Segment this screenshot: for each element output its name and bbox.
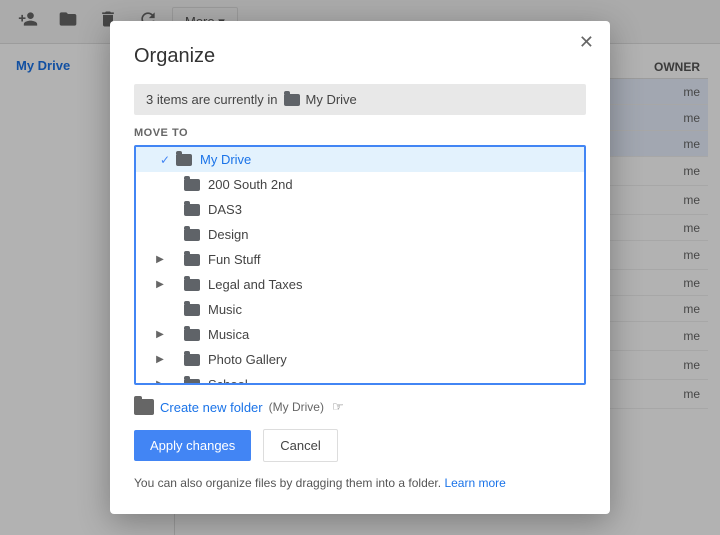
tree-item-label: Musica	[208, 327, 576, 342]
expand-icon: ▶	[152, 279, 168, 290]
location-folder-icon	[284, 94, 300, 106]
drag-hint: You can also organize files by dragging …	[134, 476, 586, 490]
tree-item-musica[interactable]: ▶ Musica	[136, 322, 584, 347]
create-folder-context: (My Drive)	[269, 400, 324, 414]
organize-modal: ✕ Organize 3 items are currently in My D…	[110, 21, 610, 514]
tree-item-photo-gallery[interactable]: ▶ Photo Gallery	[136, 347, 584, 372]
apply-changes-button[interactable]: Apply changes	[134, 430, 251, 461]
move-to-label: MOVE TO	[134, 127, 586, 139]
tree-item-200-south[interactable]: 200 South 2nd	[136, 172, 584, 197]
tree-folder-icon	[184, 179, 200, 191]
tree-folder-icon	[184, 304, 200, 316]
tree-folder-icon	[184, 254, 200, 266]
modal-overlay: ✕ Organize 3 items are currently in My D…	[0, 0, 720, 535]
cursor-indicator: ☞	[332, 399, 344, 415]
check-icon: ✓	[160, 153, 174, 167]
expand-icon: ▶	[152, 379, 168, 385]
tree-item-my-drive[interactable]: ✓ My Drive	[136, 147, 584, 172]
tree-folder-icon	[184, 279, 200, 291]
modal-close-button[interactable]: ✕	[579, 33, 594, 51]
tree-item-school[interactable]: ▶ School	[136, 372, 584, 385]
modal-title: Organize	[134, 45, 586, 68]
learn-more-link[interactable]: Learn more	[444, 476, 505, 490]
create-new-folder-link[interactable]: Create new folder	[160, 400, 263, 415]
modal-actions: Apply changes Cancel	[134, 429, 586, 462]
tree-item-label: Music	[208, 302, 576, 317]
tree-item-label: My Drive	[200, 152, 576, 167]
tree-folder-icon	[176, 154, 192, 166]
tree-item-label: Legal and Taxes	[208, 277, 576, 292]
create-folder-row: Create new folder (My Drive) ☞	[134, 399, 586, 415]
location-bar: 3 items are currently in My Drive	[134, 84, 586, 115]
tree-item-music[interactable]: Music	[136, 297, 584, 322]
location-text: 3 items are currently in	[146, 92, 278, 107]
tree-item-design[interactable]: Design	[136, 222, 584, 247]
tree-item-label: DAS3	[208, 202, 576, 217]
tree-item-label: 200 South 2nd	[208, 177, 576, 192]
expand-icon: ▶	[152, 254, 168, 265]
tree-folder-icon	[184, 354, 200, 366]
expand-icon: ▶	[152, 354, 168, 365]
tree-item-fun-stuff[interactable]: ▶ Fun Stuff	[136, 247, 584, 272]
tree-item-label: Photo Gallery	[208, 352, 576, 367]
folder-tree[interactable]: ✓ My Drive 200 South 2nd DAS3	[134, 145, 586, 385]
drag-hint-text: You can also organize files by dragging …	[134, 476, 441, 490]
tree-folder-icon	[184, 204, 200, 216]
location-folder-name: My Drive	[306, 92, 357, 107]
tree-item-legal-taxes[interactable]: ▶ Legal and Taxes	[136, 272, 584, 297]
tree-item-label: Fun Stuff	[208, 252, 576, 267]
tree-folder-icon	[184, 379, 200, 386]
tree-folder-icon	[184, 229, 200, 241]
tree-item-label: Design	[208, 227, 576, 242]
tree-folder-icon	[184, 329, 200, 341]
expand-icon: ▶	[152, 329, 168, 340]
tree-item-label: School	[208, 377, 576, 385]
tree-item-das3[interactable]: DAS3	[136, 197, 584, 222]
cancel-button[interactable]: Cancel	[263, 429, 337, 462]
create-folder-icon	[134, 399, 154, 415]
